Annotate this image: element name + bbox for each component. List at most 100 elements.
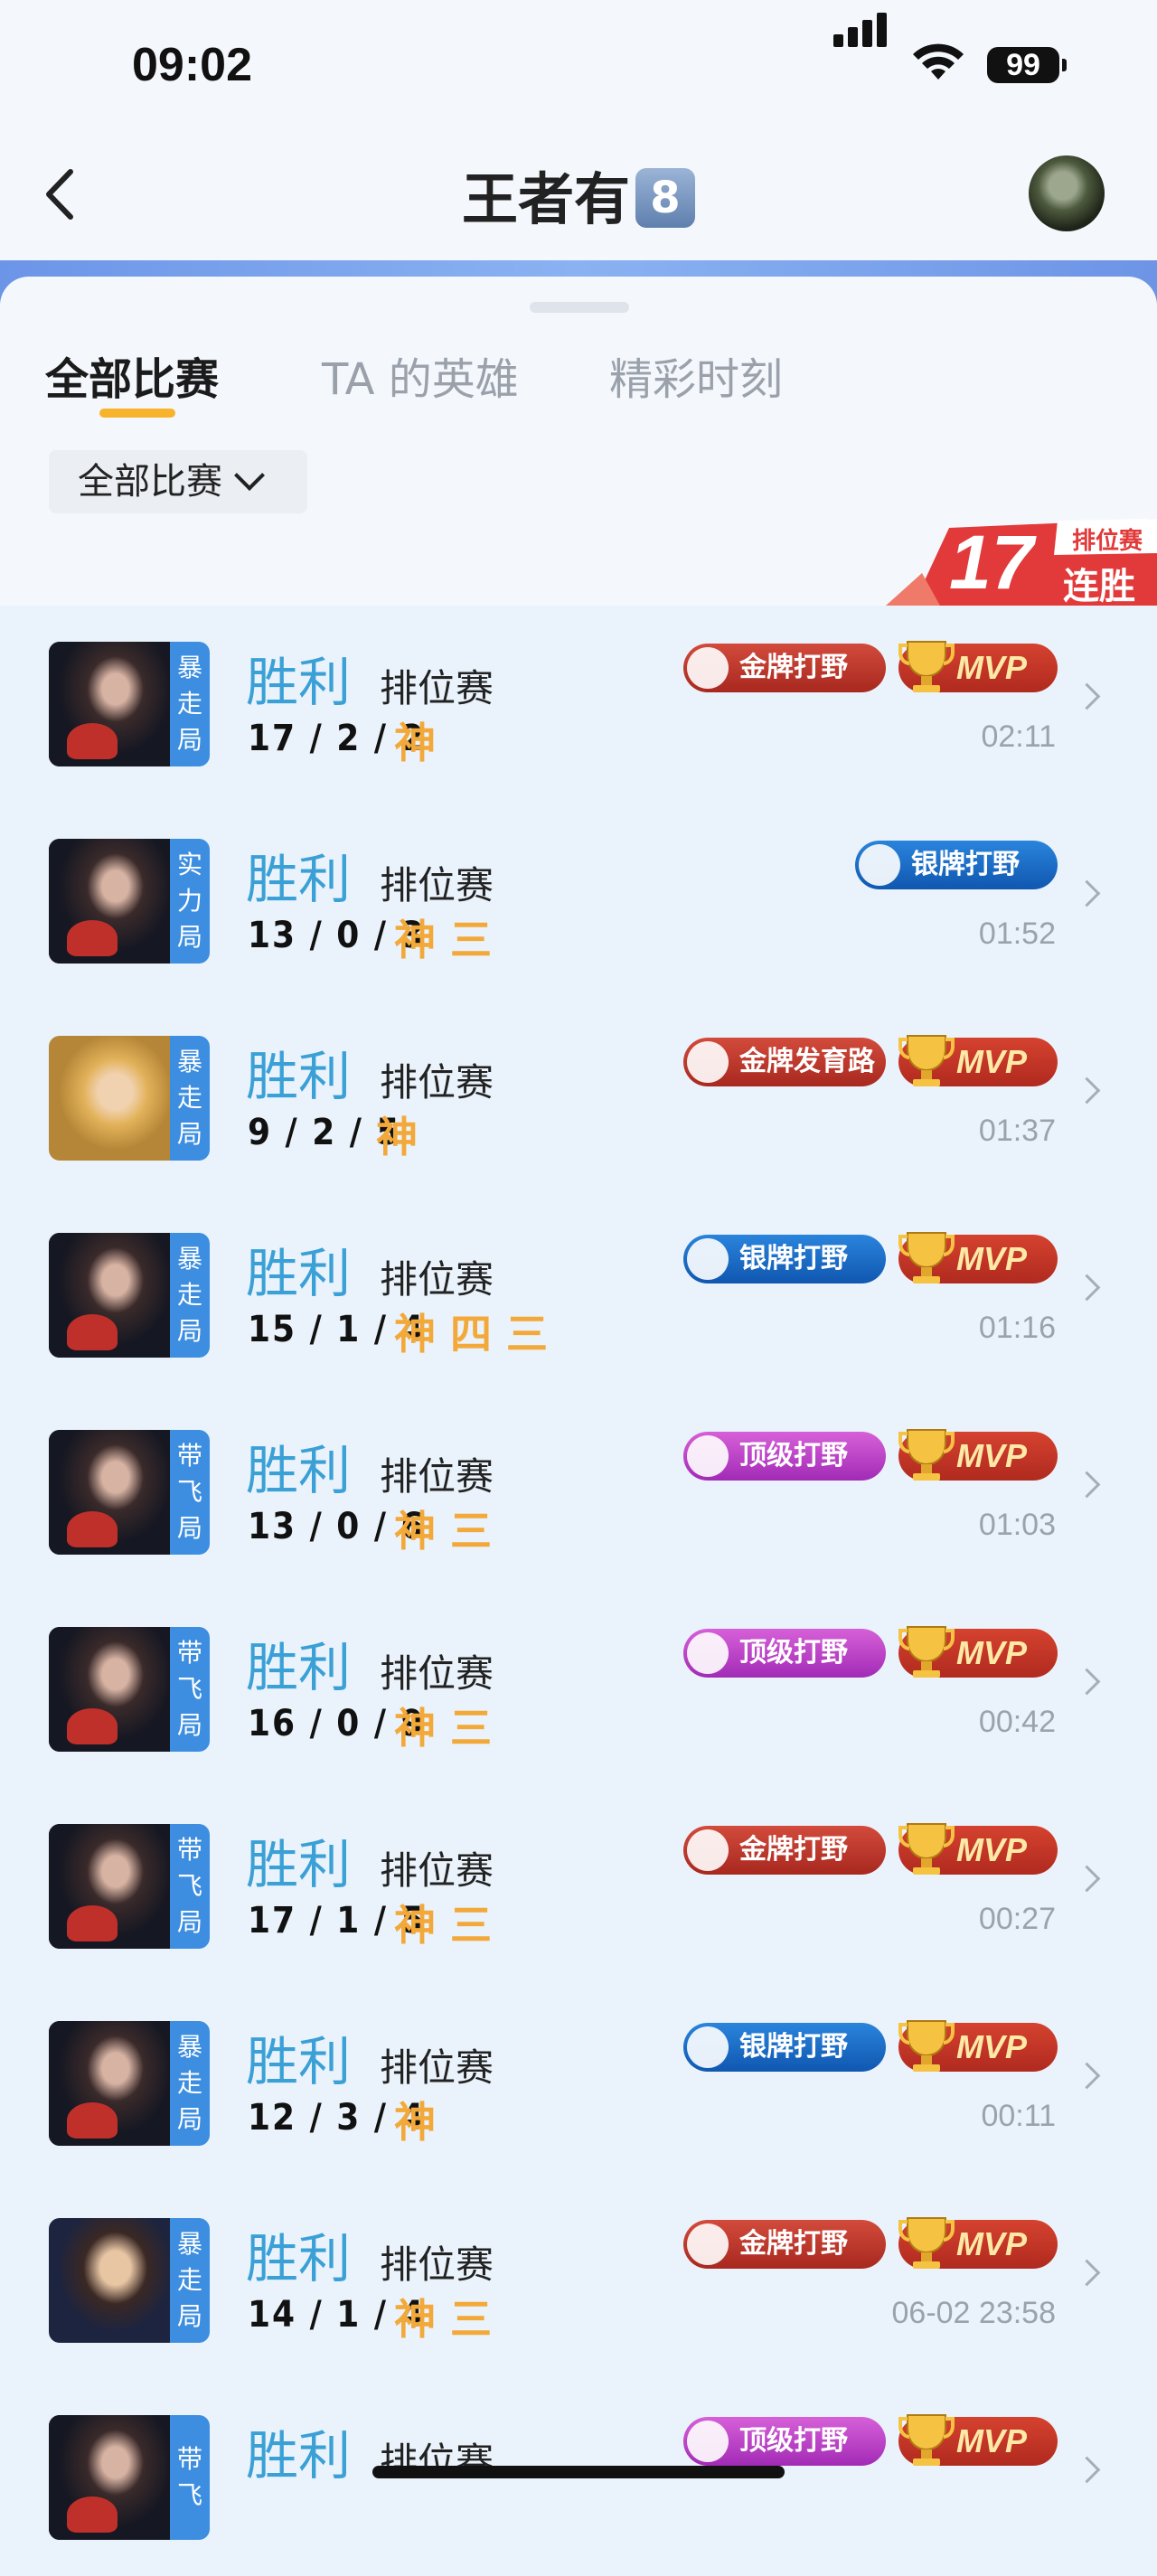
role-badge-icon — [687, 1041, 729, 1083]
role-badge-icon — [687, 2223, 729, 2265]
match-row[interactable]: 实力局 胜利 排位赛 13 / 0 / 3 神 三 银牌打野 01:52 — [0, 803, 1157, 1000]
chevron-right-icon — [1073, 2259, 1101, 2287]
performance-marks: 神 三 — [394, 1901, 493, 1950]
match-row[interactable]: 带飞局 胜利 排位赛 16 / 0 / 9 神 三 顶级打野 MVP 00:42 — [0, 1591, 1157, 1788]
hero-portrait: 带飞局 — [49, 1430, 210, 1555]
match-result: 胜利 — [246, 1637, 352, 1698]
tab-highlights[interactable]: 精彩时刻 — [609, 343, 783, 407]
trophy-icon — [898, 1429, 955, 1481]
hero-portrait: 带飞局 — [49, 1627, 210, 1752]
hero-image — [49, 2218, 170, 2343]
match-row[interactable]: 暴走局 胜利 排位赛 12 / 3 / 4 神 银牌打野 MVP 00:11 — [0, 1985, 1157, 2182]
tab-all-matches[interactable]: 全部比赛 — [45, 343, 219, 407]
match-row[interactable]: 暴走局 胜利 排位赛 14 / 1 / 4 神 三 金牌打野 MVP 06-02… — [0, 2182, 1157, 2379]
mvp-label: MVP — [956, 1043, 1028, 1080]
hero-image — [49, 1233, 170, 1358]
mvp-badge: MVP — [898, 1035, 1058, 1086]
trophy-icon — [898, 1035, 955, 1086]
trophy-icon — [898, 641, 955, 692]
performance-marks: 神 三 — [394, 1704, 493, 1753]
match-result: 胜利 — [246, 1834, 352, 1895]
mvp-badge: MVP — [898, 1823, 1058, 1875]
match-row[interactable]: 带飞局 胜利 排位赛 13 / 0 / 6 神 三 顶级打野 MVP 01:03 — [0, 1394, 1157, 1591]
match-row[interactable]: 暴走局 胜利 排位赛 9 / 2 / 5 神 金牌发育路 MVP 01:37 — [0, 1000, 1157, 1197]
mvp-label: MVP — [956, 1831, 1028, 1868]
match-time: 01:03 — [978, 1508, 1056, 1542]
streak-type: 排位赛 — [1072, 528, 1143, 555]
filter-label: 全部比赛 — [78, 461, 222, 503]
role-badge-label: 顶级打野 — [739, 2425, 848, 2457]
hero-image — [49, 642, 170, 766]
mvp-label: MVP — [956, 1240, 1028, 1277]
role-badge-label: 银牌打野 — [911, 849, 1020, 880]
match-result: 胜利 — [246, 1243, 352, 1304]
mvp-label: MVP — [956, 2225, 1028, 2262]
match-result: 胜利 — [246, 2228, 352, 2289]
match-row[interactable]: 暴走局 胜利 排位赛 17 / 2 / 2 神 金牌打野 MVP 02:11 — [0, 606, 1157, 803]
match-time: 01:37 — [978, 1114, 1056, 1148]
role-badge-icon — [687, 1435, 729, 1477]
drag-handle[interactable] — [530, 302, 629, 313]
hero-portrait: 暴走局 — [49, 2021, 210, 2146]
role-badge: 银牌打野 — [683, 1235, 886, 1283]
chevron-right-icon — [1073, 1668, 1101, 1696]
avatar[interactable] — [1029, 155, 1105, 231]
role-badge-icon — [687, 1829, 729, 1871]
role-badge-label: 银牌打野 — [739, 1243, 848, 1274]
match-mode: 排位赛 — [380, 1848, 494, 1893]
win-streak-banner: 17 排位赛 连胜 — [886, 519, 1157, 607]
hero-image — [49, 1430, 170, 1555]
performance-marks: 神 — [394, 719, 436, 767]
tab-indicator — [99, 409, 175, 418]
performance-marks: 神 三 — [394, 916, 493, 964]
chevron-right-icon — [1073, 682, 1101, 710]
role-badge-label: 金牌打野 — [739, 1834, 848, 1866]
role-badge: 金牌打野 — [683, 644, 886, 692]
match-type-tag: 带飞 — [170, 2415, 210, 2540]
tab-heroes[interactable]: TA 的英雄 — [322, 343, 519, 407]
match-type-tag: 带飞局 — [170, 1430, 210, 1555]
hero-portrait: 暴走局 — [49, 642, 210, 766]
match-result: 胜利 — [246, 1046, 352, 1107]
match-time: 00:42 — [978, 1705, 1056, 1739]
match-mode: 排位赛 — [380, 1060, 494, 1105]
home-indicator — [372, 2466, 785, 2478]
performance-marks: 神 三 — [394, 1507, 493, 1556]
mvp-label: MVP — [956, 2028, 1028, 2065]
hero-image — [49, 2021, 170, 2146]
trophy-icon — [898, 2020, 955, 2072]
chevron-right-icon — [1073, 2456, 1101, 2484]
match-type-tag: 带飞局 — [170, 1627, 210, 1752]
mvp-badge: MVP — [898, 2020, 1058, 2072]
match-mode: 排位赛 — [380, 2045, 494, 2090]
mvp-label: MVP — [956, 649, 1028, 686]
title-badge: 8 — [635, 167, 695, 228]
match-result: 胜利 — [246, 1440, 352, 1501]
role-badge-label: 金牌打野 — [739, 2228, 848, 2260]
hero-portrait: 带飞 — [49, 2415, 210, 2540]
performance-marks: 神 — [394, 2098, 436, 2147]
role-badge-icon — [687, 647, 729, 689]
trophy-icon — [898, 2217, 955, 2269]
role-badge: 银牌打野 — [855, 841, 1058, 889]
match-type-tag: 暴走局 — [170, 1233, 210, 1358]
hero-image — [49, 1036, 170, 1161]
trophy-icon — [898, 1626, 955, 1678]
hero-image — [49, 1627, 170, 1752]
trophy-icon — [898, 2414, 955, 2466]
wifi-icon — [913, 43, 964, 80]
match-mode: 排位赛 — [380, 1257, 494, 1302]
performance-marks: 神 — [376, 1113, 418, 1161]
battery-icon: 99 — [987, 47, 1067, 83]
match-time: 06-02 23:58 — [891, 2296, 1057, 2330]
match-row[interactable]: 带飞局 胜利 排位赛 17 / 1 / 5 神 三 金牌打野 MVP 00:27 — [0, 1788, 1157, 1985]
role-badge: 顶级打野 — [683, 2417, 886, 2466]
match-filter-dropdown[interactable]: 全部比赛 — [49, 450, 307, 513]
role-badge-icon — [687, 1238, 729, 1280]
match-mode: 排位赛 — [380, 1651, 494, 1696]
chevron-right-icon — [1073, 1274, 1101, 1302]
mvp-label: MVP — [956, 2422, 1028, 2459]
mvp-badge: MVP — [898, 1626, 1058, 1678]
match-mode: 排位赛 — [380, 1454, 494, 1499]
match-row[interactable]: 暴走局 胜利 排位赛 15 / 1 / 4 神 四 三 银牌打野 MVP 01:… — [0, 1197, 1157, 1394]
